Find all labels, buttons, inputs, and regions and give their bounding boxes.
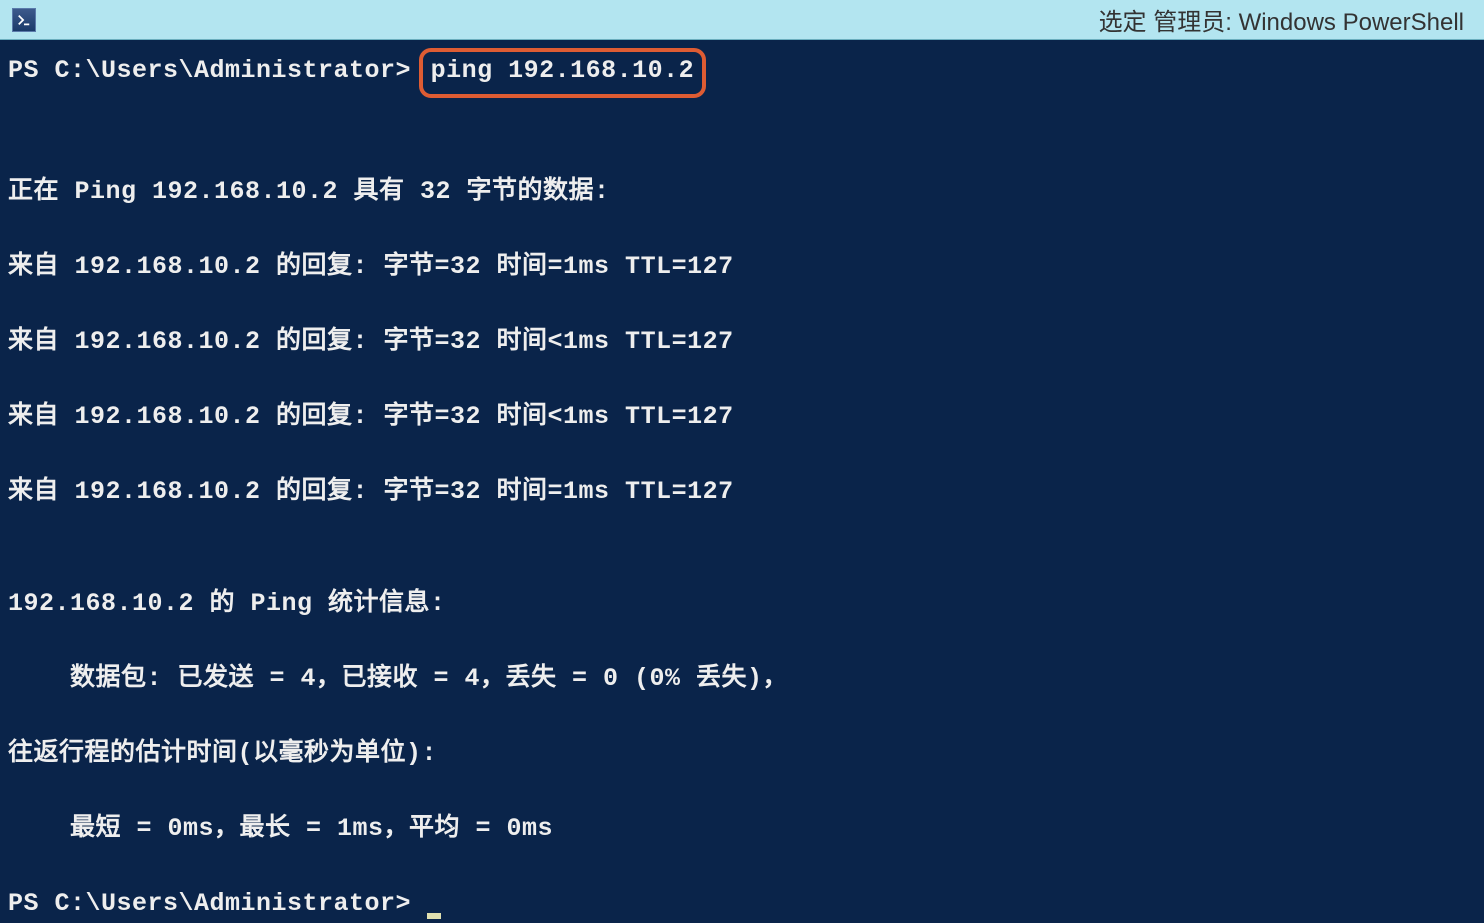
output-line: 往返行程的估计时间(以毫秒为单位): [8,735,1476,773]
output-line: 数据包: 已发送 = 4，已接收 = 4，丢失 = 0 (0% 丢失)， [8,660,1476,698]
output-line: 最短 = 0ms，最长 = 1ms，平均 = 0ms [8,810,1476,848]
prompt-text: PS C:\Users\Administrator> [8,889,427,918]
output-line: 192.168.10.2 的 Ping 统计信息: [8,585,1476,623]
terminal-output[interactable]: PS C:\Users\Administrator> ping 192.168.… [0,40,1484,590]
cursor [427,913,441,919]
window-title: 选定 管理员: Windows PowerShell [36,2,1476,37]
output-line: 来自 192.168.10.2 的回复: 字节=32 时间<1ms TTL=12… [8,323,1476,361]
prompt-text: PS C:\Users\Administrator> [8,56,411,85]
blank-line [8,135,1476,173]
output-line: 来自 192.168.10.2 的回复: 字节=32 时间=1ms TTL=12… [8,473,1476,511]
output-line: 来自 192.168.10.2 的回复: 字节=32 时间=1ms TTL=12… [8,248,1476,286]
command-text: ping 192.168.10.2 [431,56,695,85]
output-line: 来自 192.168.10.2 的回复: 字节=32 时间<1ms TTL=12… [8,398,1476,436]
window-titlebar[interactable]: 选定 管理员: Windows PowerShell [0,0,1484,40]
powershell-icon [12,8,36,32]
command-highlight-box: ping 192.168.10.2 [419,48,707,98]
output-line: 正在 Ping 192.168.10.2 具有 32 字节的数据: [8,173,1476,211]
blank-line [8,548,1476,586]
